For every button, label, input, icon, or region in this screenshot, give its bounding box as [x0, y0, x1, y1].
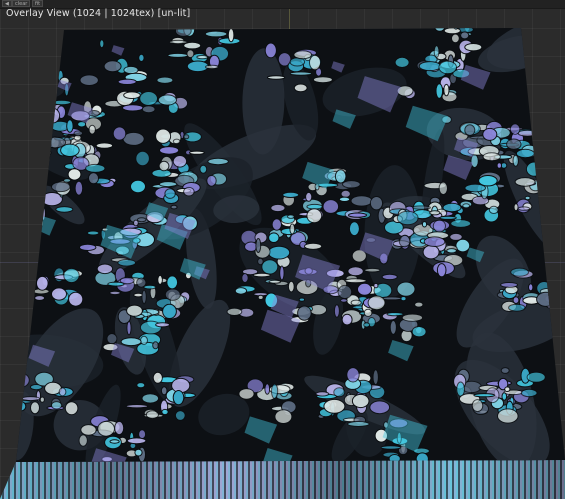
textured-plane: [0, 28, 565, 499]
toolbar-button-clear[interactable]: clear: [12, 0, 31, 7]
toolbar-button-fit[interactable]: fit: [32, 0, 44, 7]
viewport-title: Overlay View (1024 | 1024tex) [un-lit]: [6, 8, 191, 19]
viewport[interactable]: ◀ clear fit Overlay View (1024 | 1024tex…: [0, 0, 565, 499]
toolbar-button-back[interactable]: ◀: [2, 0, 12, 7]
